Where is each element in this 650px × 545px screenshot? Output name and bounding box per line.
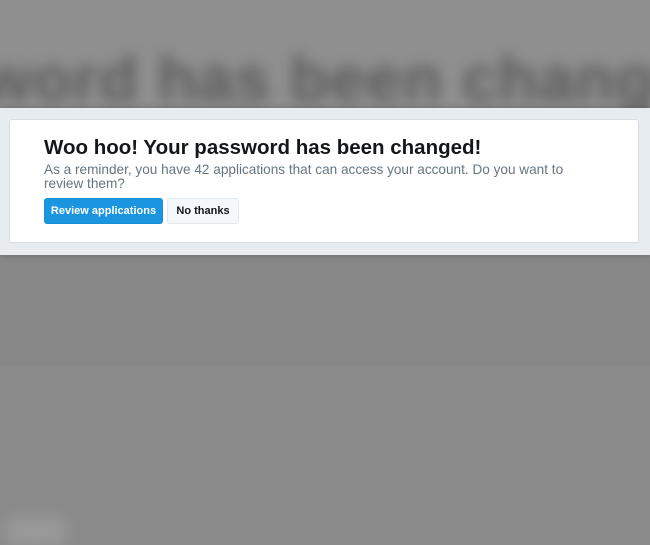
blurred-content [6, 517, 66, 545]
review-applications-button[interactable]: Review applications [44, 198, 163, 224]
no-thanks-button[interactable]: No thanks [167, 198, 239, 224]
card-title: Woo hoo! Your password has been changed! [44, 136, 482, 159]
blurred-heading-text: word has been changed! [0, 43, 650, 108]
password-changed-card: Woo hoo! Your password has been changed!… [9, 119, 639, 243]
card-message: As a reminder, you have 42 applications … [44, 162, 564, 191]
blurred-background-header: word has been changed! [0, 0, 650, 108]
blurred-background-footer [0, 255, 650, 545]
